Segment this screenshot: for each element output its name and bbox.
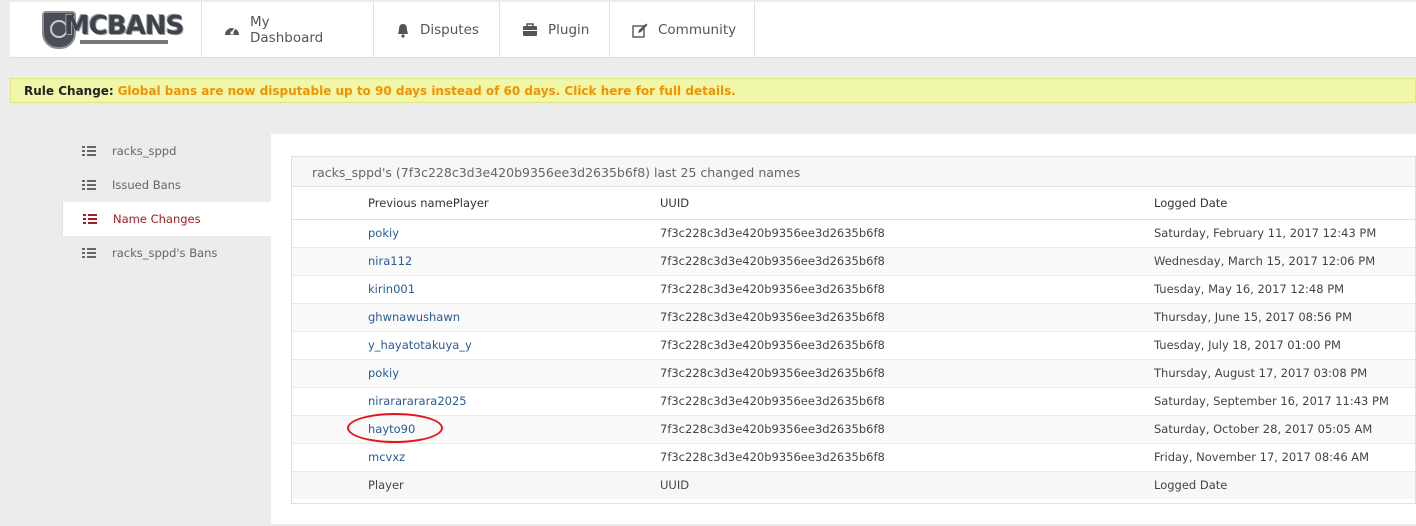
uuid-cell: 7f3c228c3d3e420b9356ee3d2635b6f8 xyxy=(660,219,1154,248)
top-navbar: MCBANS My Dashboard Disputes Plugin Comm… xyxy=(10,2,1416,58)
list-icon xyxy=(82,145,96,157)
list-icon xyxy=(82,179,96,191)
uuid-cell: 7f3c228c3d3e420b9356ee3d2635b6f8 xyxy=(660,415,1154,444)
mcbans-logo[interactable]: MCBANS xyxy=(10,2,202,58)
footer-uuid: UUID xyxy=(660,470,1154,499)
nav-label: My Dashboard xyxy=(250,14,324,46)
rule-change-notice[interactable]: Rule Change: Global bans are now disputa… xyxy=(10,78,1416,103)
table-row: kirin001 7f3c228c3d3e420b9356ee3d2635b6f… xyxy=(292,275,1415,304)
sidebar-item-label: racks_sppd's Bans xyxy=(112,246,218,260)
briefcase-icon xyxy=(522,22,538,38)
player-link[interactable]: ghwnawushawn xyxy=(368,310,460,324)
date-cell: Tuesday, July 18, 2017 01:00 PM xyxy=(1154,331,1415,360)
footer-date: Logged Date xyxy=(1154,470,1415,499)
date-cell: Saturday, October 28, 2017 05:05 AM xyxy=(1154,415,1415,444)
table-footer-row: Player UUID Logged Date xyxy=(292,470,1415,499)
nav-community[interactable]: Community xyxy=(610,2,755,58)
bell-icon xyxy=(396,22,410,38)
date-cell: Thursday, August 17, 2017 03:08 PM xyxy=(1154,359,1415,388)
uuid-cell: 7f3c228c3d3e420b9356ee3d2635b6f8 xyxy=(660,387,1154,416)
table-row: nira112 7f3c228c3d3e420b9356ee3d2635b6f8… xyxy=(292,247,1415,276)
player-link[interactable]: y_hayatotakuya_y xyxy=(368,338,472,352)
uuid-cell: 7f3c228c3d3e420b9356ee3d2635b6f8 xyxy=(660,303,1154,332)
name-changes-panel: racks_sppd's (7f3c228c3d3e420b9356ee3d26… xyxy=(291,156,1416,504)
player-link[interactable]: pokiy xyxy=(368,366,399,380)
nav-disputes[interactable]: Disputes xyxy=(374,2,500,58)
uuid-cell: 7f3c228c3d3e420b9356ee3d2635b6f8 xyxy=(660,359,1154,388)
column-header-date[interactable]: Logged Date xyxy=(1154,187,1415,220)
list-icon xyxy=(83,213,97,225)
table-row: hayto90 7f3c228c3d3e420b9356ee3d2635b6f8… xyxy=(292,413,1415,444)
notice-link[interactable]: Global bans are now disputable up to 90 … xyxy=(118,84,736,98)
sidebar-item-name-changes[interactable]: Name Changes xyxy=(62,202,272,236)
player-link[interactable]: nira112 xyxy=(368,254,412,268)
table-row: nirarararara2025 7f3c228c3d3e420b9356ee3… xyxy=(292,387,1415,416)
date-cell: Friday, November 17, 2017 08:46 AM xyxy=(1154,443,1415,472)
date-cell: Saturday, February 11, 2017 12:43 PM xyxy=(1154,219,1415,248)
date-cell: Saturday, September 16, 2017 11:43 PM xyxy=(1154,387,1415,416)
notice-prefix: Rule Change: xyxy=(24,84,114,98)
date-cell: Wednesday, March 15, 2017 12:06 PM xyxy=(1154,247,1415,276)
nav-label: Plugin xyxy=(548,22,590,38)
table-row: ghwnawushawn 7f3c228c3d3e420b9356ee3d263… xyxy=(292,303,1415,332)
sidebar-item-label: Name Changes xyxy=(113,212,201,226)
nav-label: Community xyxy=(658,22,737,38)
sidebar-item-profile[interactable]: racks_sppd xyxy=(62,134,272,168)
uuid-cell: 7f3c228c3d3e420b9356ee3d2635b6f8 xyxy=(660,247,1154,276)
logo-tagline xyxy=(80,40,168,44)
nav-label: Disputes xyxy=(420,22,479,38)
player-link[interactable]: pokiy xyxy=(368,226,399,240)
sidebar: racks_sppd Issued Bans Name Changes rack… xyxy=(62,134,272,270)
player-link[interactable]: kirin001 xyxy=(368,282,415,296)
main-content: racks_sppd's (7f3c228c3d3e420b9356ee3d26… xyxy=(271,134,1416,524)
column-header-player[interactable]: Previous namePlayer xyxy=(292,187,660,220)
footer-player: Player xyxy=(292,470,660,499)
dashboard-icon xyxy=(224,22,240,38)
uuid-cell: 7f3c228c3d3e420b9356ee3d2635b6f8 xyxy=(660,331,1154,360)
nav-plugin[interactable]: Plugin xyxy=(500,2,610,58)
table-row: y_hayatotakuya_y 7f3c228c3d3e420b9356ee3… xyxy=(292,331,1415,360)
uuid-cell: 7f3c228c3d3e420b9356ee3d2635b6f8 xyxy=(660,275,1154,304)
uuid-cell: 7f3c228c3d3e420b9356ee3d2635b6f8 xyxy=(660,443,1154,472)
sidebar-item-bans[interactable]: racks_sppd's Bans xyxy=(62,236,272,270)
table-row: pokiy 7f3c228c3d3e420b9356ee3d2635b6f8 T… xyxy=(292,359,1415,388)
player-link[interactable]: hayto90 xyxy=(368,422,415,436)
edit-icon xyxy=(632,22,648,38)
player-link[interactable]: mcvxz xyxy=(368,450,405,464)
table-row: pokiy 7f3c228c3d3e420b9356ee3d2635b6f8 S… xyxy=(292,219,1415,248)
annotation-circle: hayto90 xyxy=(346,413,444,443)
list-icon xyxy=(82,247,96,259)
date-cell: Tuesday, May 16, 2017 12:48 PM xyxy=(1154,275,1415,304)
column-header-uuid[interactable]: UUID xyxy=(660,187,1154,220)
logo-text: MCBANS xyxy=(64,11,184,41)
sidebar-item-label: Issued Bans xyxy=(112,178,181,192)
table-row: mcvxz 7f3c228c3d3e420b9356ee3d2635b6f8 F… xyxy=(292,443,1415,472)
date-cell: Thursday, June 15, 2017 08:56 PM xyxy=(1154,303,1415,332)
player-link[interactable]: nirarararara2025 xyxy=(368,394,467,408)
nav-my-dashboard[interactable]: My Dashboard xyxy=(202,2,374,58)
sidebar-item-issued-bans[interactable]: Issued Bans xyxy=(62,168,272,202)
panel-title: racks_sppd's (7f3c228c3d3e420b9356ee3d26… xyxy=(292,157,1415,187)
name-changes-table: Previous namePlayer UUID Logged Date pok… xyxy=(292,187,1415,499)
sidebar-item-label: racks_sppd xyxy=(112,144,177,158)
